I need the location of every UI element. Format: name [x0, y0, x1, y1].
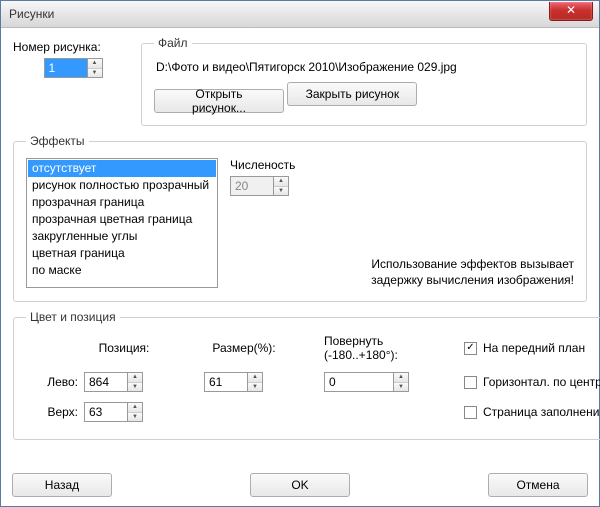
chevron-up-icon: ▲: [394, 373, 408, 383]
titlebar: Рисунки ✕: [1, 1, 599, 28]
size-spinner[interactable]: ▲▼: [204, 372, 263, 392]
chevron-down-icon: ▼: [128, 413, 142, 422]
chevron-up-icon: ▲: [88, 59, 102, 69]
list-item[interactable]: рисунок полностью прозрачный: [28, 177, 216, 194]
left-spinner[interactable]: ▲▼: [84, 372, 143, 392]
open-image-button[interactable]: Открыть рисунок...: [154, 89, 284, 113]
top-input[interactable]: [84, 402, 128, 422]
window-title: Рисунки: [9, 7, 54, 21]
checkbox-icon[interactable]: ✓: [464, 342, 477, 355]
back-button[interactable]: Назад: [12, 473, 112, 497]
chevron-up-icon: ▲: [128, 373, 142, 383]
close-image-button[interactable]: Закрыть рисунок: [287, 82, 417, 106]
chevron-down-icon: ▼: [274, 187, 288, 196]
cancel-button[interactable]: Отмена: [488, 473, 588, 497]
image-number-spinner[interactable]: ▲▼: [44, 58, 103, 78]
size-input[interactable]: [204, 372, 248, 392]
image-number-input[interactable]: [44, 58, 88, 78]
list-item[interactable]: цветная граница: [28, 245, 216, 262]
left-label: Лево:: [26, 375, 84, 389]
file-path: D:\Фото и видео\Пятигорск 2010\Изображен…: [156, 60, 574, 74]
list-item[interactable]: прозрачная цветная граница: [28, 211, 216, 228]
file-legend: Файл: [154, 36, 192, 50]
effects-legend: Эффекты: [26, 134, 89, 148]
chevron-up-icon: ▲: [248, 373, 262, 383]
size-header: Размер(%):: [204, 341, 284, 355]
bottom-bar: Назад OK Отмена: [12, 473, 588, 497]
top-label: Верх:: [26, 405, 84, 419]
position-legend: Цвет и позиция: [26, 310, 120, 324]
rotate-spinner[interactable]: ▲▼: [324, 372, 409, 392]
effects-fieldset: Эффекты отсутствует рисунок полностью пр…: [13, 134, 587, 302]
close-icon[interactable]: ✕: [549, 2, 593, 21]
list-item[interactable]: отсутствует: [28, 160, 216, 177]
front-checkbox[interactable]: ✓На передний план: [464, 341, 600, 355]
rotate-header: Повернуть (-180..+180°):: [324, 334, 434, 362]
chevron-down-icon: ▼: [394, 383, 408, 392]
position-header: Позиция:: [84, 341, 164, 355]
list-item[interactable]: прозрачная граница: [28, 194, 216, 211]
effects-warning: Использование эффектов вызывает задержку…: [371, 256, 574, 288]
chevron-down-icon: ▼: [128, 383, 142, 392]
image-number-group: Номер рисунка: ▲▼: [13, 36, 133, 134]
chevron-up-icon: ▲: [128, 403, 142, 413]
effects-listbox[interactable]: отсутствует рисунок полностью прозрачный…: [26, 158, 218, 288]
list-item[interactable]: закругленные углы: [28, 228, 216, 245]
numerosity-label: Численость: [230, 158, 574, 172]
checkbox-icon[interactable]: [464, 406, 477, 419]
hcenter-checkbox[interactable]: Горизонтал. по центру: [464, 375, 600, 389]
rotate-input[interactable]: [324, 372, 394, 392]
numerosity-spinner: ▲▼: [230, 176, 289, 196]
ok-button[interactable]: OK: [250, 473, 350, 497]
chevron-up-icon: ▲: [274, 177, 288, 187]
left-input[interactable]: [84, 372, 128, 392]
numerosity-input: [230, 176, 274, 196]
fill-checkbox[interactable]: Страница заполнения: [464, 405, 600, 419]
checkbox-icon[interactable]: [464, 376, 477, 389]
position-fieldset: Цвет и позиция Позиция: Размер(%): Повер…: [13, 310, 600, 440]
top-spinner[interactable]: ▲▼: [84, 402, 143, 422]
chevron-down-icon: ▼: [248, 383, 262, 392]
chevron-down-icon: ▼: [88, 69, 102, 78]
file-fieldset: Файл D:\Фото и видео\Пятигорск 2010\Изоб…: [141, 36, 587, 126]
list-item[interactable]: по маске: [28, 262, 216, 279]
image-number-label: Номер рисунка:: [13, 40, 133, 54]
